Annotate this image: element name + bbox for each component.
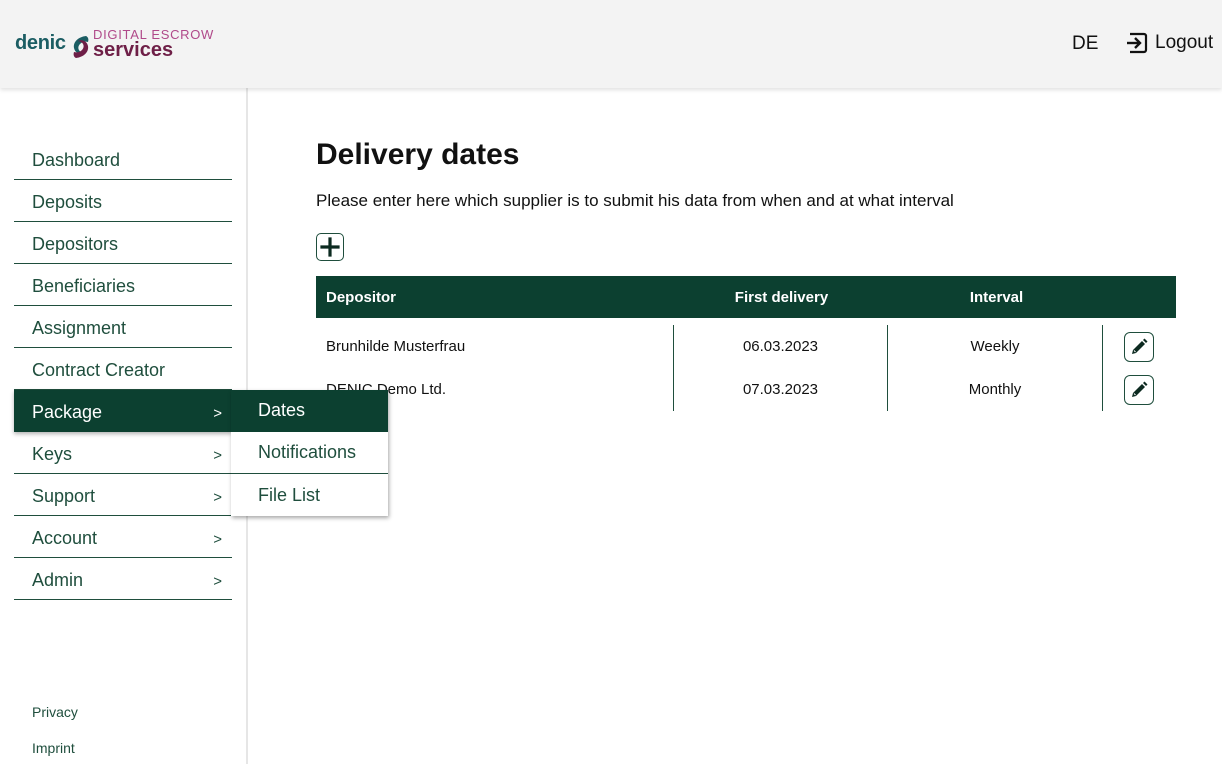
sidebar-item-label: Assignment <box>32 318 127 338</box>
denic-swirl-icon <box>73 36 89 58</box>
sidebar-item-label: Package <box>32 402 103 422</box>
language-switch[interactable]: DE <box>1072 33 1098 55</box>
sidebar-item-label: Support <box>32 486 96 506</box>
sidebar-item-label: Dashboard <box>32 150 121 170</box>
submenu-arrow-icon: > <box>213 447 222 464</box>
package-submenu: Dates Notifications File List <box>231 390 388 516</box>
table-row: DENIC Demo Ltd. 07.03.2023 Monthly <box>316 368 1176 411</box>
submenu-arrow-icon: > <box>213 405 222 422</box>
add-delivery-date-button[interactable] <box>316 233 344 261</box>
sidebar-item-package[interactable]: Package > <box>14 390 232 432</box>
cell-actions <box>1103 325 1175 368</box>
cell-depositor: Brunhilde Musterfrau <box>316 325 674 368</box>
submenu-arrow-icon: > <box>213 531 222 548</box>
sidebar-item-support[interactable]: Support > <box>14 474 232 516</box>
page-title: Delivery dates <box>316 138 520 171</box>
sidebar-item-dashboard[interactable]: Dashboard <box>14 138 232 180</box>
pencil-icon <box>1132 338 1148 354</box>
sidebar-item-admin[interactable]: Admin > <box>14 558 232 600</box>
table-body: Brunhilde Musterfrau 06.03.2023 Weekly D… <box>316 318 1176 411</box>
cell-interval: Monthly <box>888 368 1103 411</box>
sidebar-item-deposits[interactable]: Deposits <box>14 180 232 222</box>
sign-out-icon <box>1127 32 1148 54</box>
sidebar-item-label: Contract Creator <box>32 360 166 380</box>
sidebar-item-keys[interactable]: Keys > <box>14 432 232 474</box>
sidebar-nav: Dashboard Deposits Depositors Beneficiar… <box>14 138 232 600</box>
cell-first-delivery: 07.03.2023 <box>674 368 888 411</box>
column-header-interval[interactable]: Interval <box>889 289 1104 306</box>
cell-interval: Weekly <box>888 325 1103 368</box>
table-row: Brunhilde Musterfrau 06.03.2023 Weekly <box>316 325 1176 368</box>
logo-brand: denic <box>15 32 66 54</box>
privacy-link[interactable]: Privacy <box>32 704 78 720</box>
delivery-dates-table: Depositor First delivery Interval Brunhi… <box>316 276 1176 411</box>
imprint-link[interactable]: Imprint <box>32 740 78 756</box>
logo-services: services <box>93 39 174 61</box>
plus-icon <box>320 237 340 257</box>
sidebar-item-label: Account <box>32 528 98 548</box>
submenu-arrow-icon: > <box>213 489 222 506</box>
cell-actions <box>1103 368 1175 411</box>
app-header: denic DIGITAL ESCROW services DE Logout <box>0 0 1222 88</box>
sidebar-item-label: Keys <box>32 444 73 464</box>
submenu-item-dates[interactable]: Dates <box>231 390 388 432</box>
edit-button[interactable] <box>1124 331 1154 362</box>
column-header-depositor[interactable]: Depositor <box>316 289 674 306</box>
page-description: Please enter here which supplier is to s… <box>316 191 954 210</box>
submenu-item-notifications[interactable]: Notifications <box>231 432 388 474</box>
column-header-first-delivery[interactable]: First delivery <box>674 289 889 306</box>
sidebar-item-label: Beneficiaries <box>32 276 136 296</box>
denic-logo[interactable]: denic DIGITAL ESCROW services <box>15 26 215 66</box>
sidebar-item-contract-creator[interactable]: Contract Creator <box>14 348 232 390</box>
logout-label: Logout <box>1155 32 1214 53</box>
sidebar-item-depositors[interactable]: Depositors <box>14 222 232 264</box>
sidebar-item-beneficiaries[interactable]: Beneficiaries <box>14 264 232 306</box>
sidebar-footer: Privacy Imprint <box>32 704 78 764</box>
sidebar-item-label: Deposits <box>32 192 103 212</box>
sidebar: Dashboard Deposits Depositors Beneficiar… <box>0 88 248 764</box>
table-header: Depositor First delivery Interval <box>316 276 1176 318</box>
cell-first-delivery: 06.03.2023 <box>674 325 888 368</box>
sidebar-item-label: Depositors <box>32 234 119 254</box>
edit-button[interactable] <box>1124 374 1154 405</box>
sidebar-item-account[interactable]: Account > <box>14 516 232 558</box>
sidebar-item-label: Admin <box>32 570 84 590</box>
submenu-item-file-list[interactable]: File List <box>231 474 388 516</box>
main-content: Delivery dates Please enter here which s… <box>249 88 1222 764</box>
pencil-icon <box>1132 381 1148 397</box>
sidebar-item-assignment[interactable]: Assignment <box>14 306 232 348</box>
logout-button[interactable]: Logout <box>1125 30 1213 56</box>
submenu-arrow-icon: > <box>213 573 222 590</box>
